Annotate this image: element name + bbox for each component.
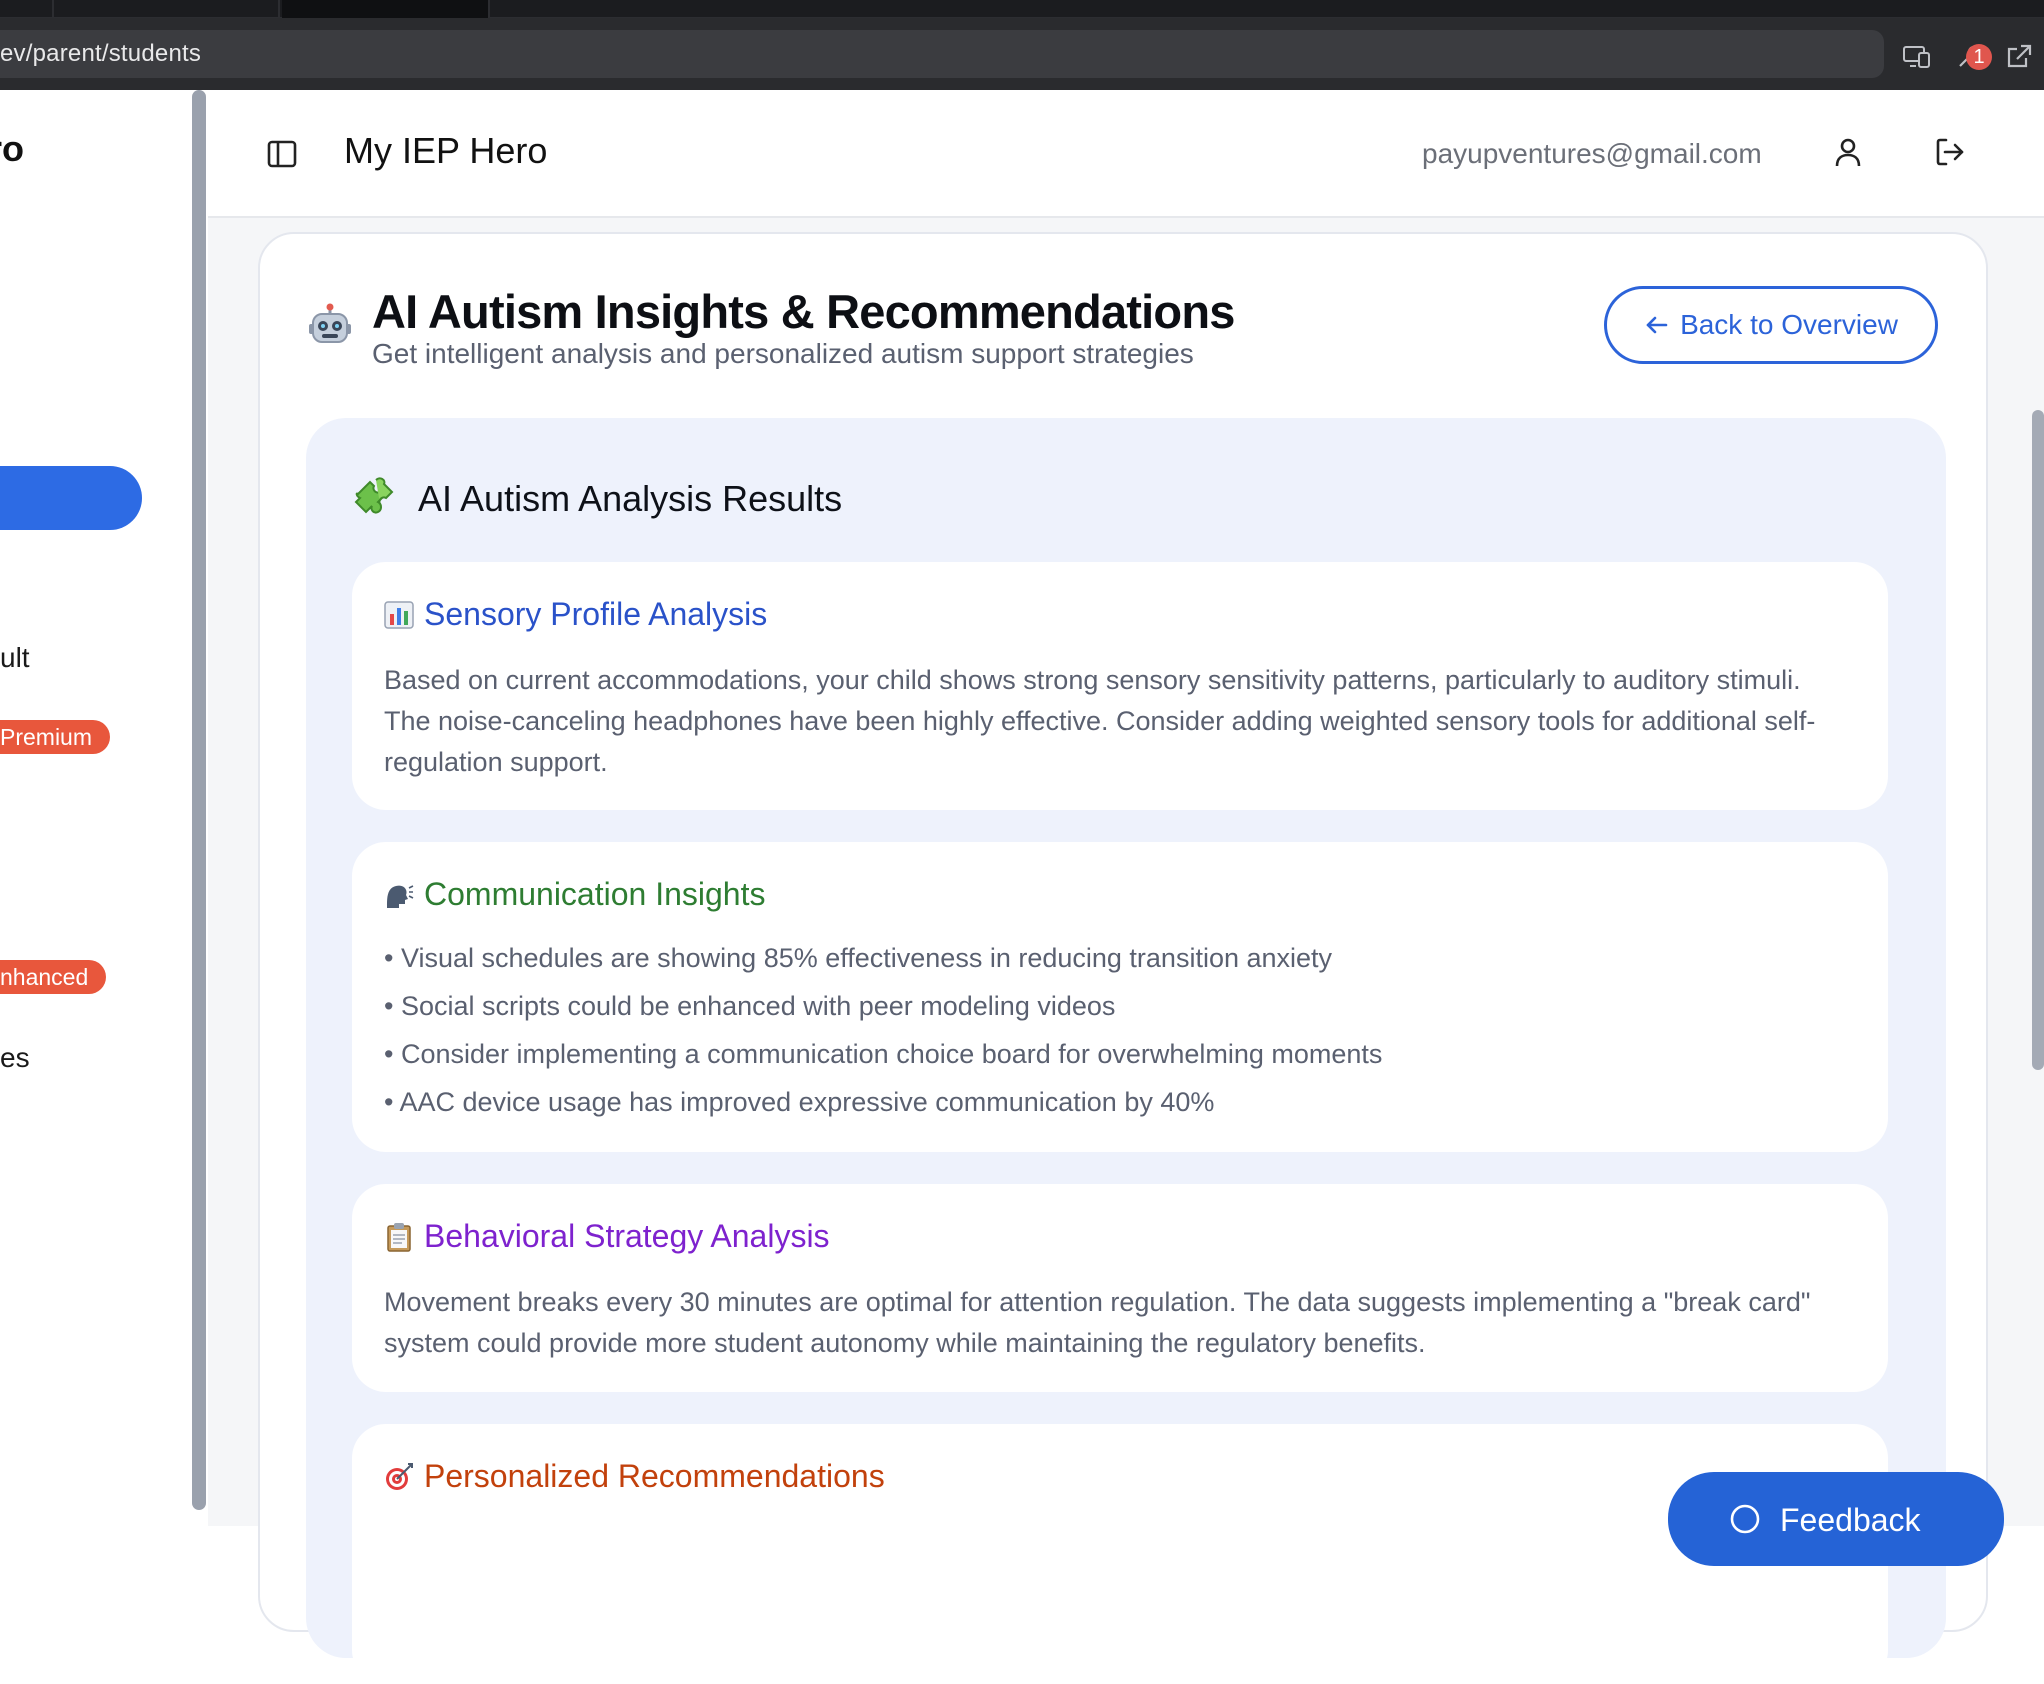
logout-icon[interactable] [1932, 134, 1968, 170]
sidebar-item-label[interactable]: ult [0, 642, 30, 674]
address-bar-url: ev/parent/students [0, 40, 202, 67]
arrow-left-icon [1646, 316, 1668, 334]
section-title: Behavioral Strategy Analysis [424, 1218, 830, 1254]
main-area: My IEP Hero payupventures@gmail.com AI A… [208, 90, 2044, 1684]
user-email: payupventures@gmail.com [1422, 138, 1762, 169]
personalized-recommendations-section: Personalized Recommendations [352, 1424, 1888, 1684]
robot-icon [306, 302, 354, 350]
page-scrollbar-thumb[interactable] [2032, 410, 2044, 1070]
device-mode-icon[interactable] [1900, 40, 1934, 74]
list-item: Social scripts could be enhanced with pe… [384, 982, 1854, 1030]
speaking-head-icon [384, 880, 414, 910]
browser-tab-strip [0, 0, 2044, 18]
address-bar[interactable]: ev/parent/students [0, 30, 1884, 78]
target-icon [384, 1462, 414, 1492]
page-title: AI Autism Insights & Recommendations [372, 285, 1235, 338]
puzzle-piece-icon [352, 474, 400, 522]
results-panel: AI Autism Analysis Results Sensory Profi… [306, 418, 1946, 1684]
browser-tab[interactable] [282, 0, 488, 18]
tab-separator [278, 0, 280, 18]
app-header: My IEP Hero payupventures@gmail.com [208, 90, 2044, 218]
list-item: Visual schedules are showing 85% effecti… [384, 934, 1854, 982]
notification-badge: 1 [1966, 44, 1992, 70]
section-title: Communication Insights [424, 876, 766, 912]
clipboard-icon [384, 1222, 414, 1252]
list-item: Consider implementing a communication ch… [384, 1030, 1854, 1078]
app-title: My IEP Hero [344, 130, 548, 171]
premium-badge: Premium [0, 720, 111, 754]
feedback-label: Feedback [1780, 1502, 1921, 1538]
sidebar-scrollbar[interactable] [190, 90, 208, 1526]
user-icon[interactable] [1830, 134, 1866, 170]
behavioral-strategy-section: Behavioral Strategy Analysis Movement br… [352, 1184, 1888, 1392]
section-body: Based on current accommodations, your ch… [384, 665, 1816, 777]
chat-bubble-icon [1730, 1504, 1760, 1534]
sidebar-brand: ro [0, 128, 24, 169]
sidebar-item-active[interactable] [0, 466, 142, 530]
page-subtitle: Get intelligent analysis and personalize… [372, 338, 1194, 369]
insights-card: AI Autism Insights & Recommendations Get… [258, 232, 1988, 1684]
section-title: Sensory Profile Analysis [424, 596, 768, 632]
section-body: Movement breaks every 30 minutes are opt… [384, 1287, 1811, 1358]
sidebar: ro ult Premium nhanced es [0, 90, 190, 1526]
tab-separator [488, 0, 490, 18]
list-item: AAC device usage has improved expressive… [384, 1078, 1854, 1126]
sidebar-scrollbar-thumb[interactable] [192, 90, 206, 1510]
sidebar-item-label[interactable]: es [0, 1042, 30, 1074]
back-to-overview-button[interactable]: Back to Overview [1604, 286, 1938, 364]
section-title: Personalized Recommendations [424, 1458, 885, 1494]
enhanced-badge: nhanced [0, 960, 107, 994]
sidebar-toggle-icon[interactable] [264, 136, 300, 172]
back-button-label: Back to Overview [1680, 309, 1898, 340]
results-title: AI Autism Analysis Results [418, 478, 843, 519]
open-external-icon[interactable] [2002, 40, 2036, 74]
sensory-profile-section: Sensory Profile Analysis Based on curren… [352, 562, 1888, 810]
bar-chart-icon [384, 600, 414, 630]
tab-separator [52, 0, 54, 18]
communication-insights-section: Communication Insights Visual schedules … [352, 842, 1888, 1152]
feedback-button[interactable]: Feedback [1668, 1472, 2004, 1566]
section-bullet-list: Visual schedules are showing 85% effecti… [384, 934, 1854, 1126]
browser-toolbar: ev/parent/students 1 [0, 18, 2044, 90]
